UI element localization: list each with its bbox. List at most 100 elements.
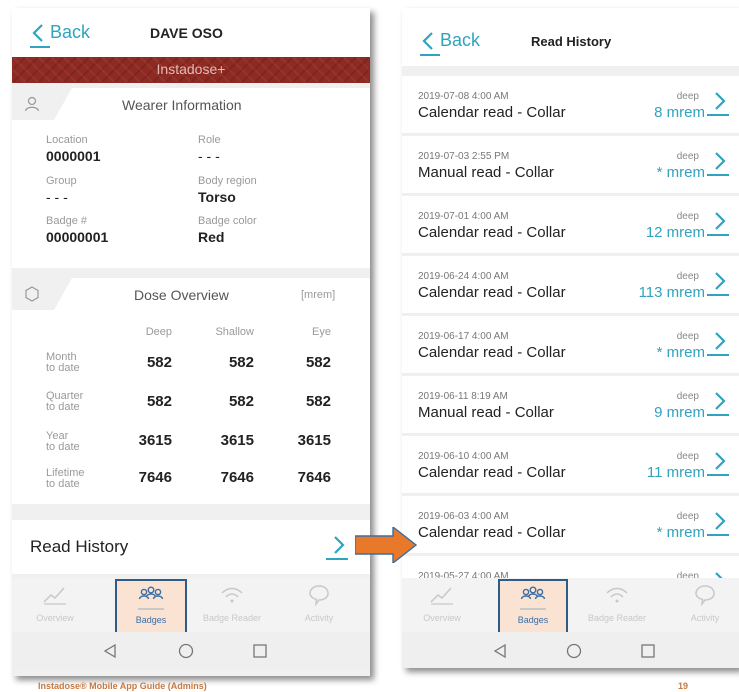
tab-badges[interactable]: Badges bbox=[117, 578, 185, 638]
dose-overview-title: Dose Overview bbox=[134, 287, 229, 303]
chevron-right-icon bbox=[715, 512, 726, 530]
row-chevron[interactable] bbox=[707, 450, 729, 476]
badge-color-value: Red bbox=[198, 229, 225, 245]
chat-bubble-icon bbox=[309, 585, 329, 606]
location-value: 0000001 bbox=[46, 148, 101, 164]
read-description: Calendar read - Collar bbox=[418, 224, 566, 241]
read-description: Calendar read - Collar bbox=[418, 284, 566, 301]
tab-badges[interactable]: Badges bbox=[500, 578, 566, 638]
lifetime-shallow: 7646 bbox=[220, 469, 254, 486]
nav-recents-icon[interactable] bbox=[640, 643, 656, 659]
row-chevron[interactable] bbox=[707, 510, 729, 536]
row-chevron[interactable] bbox=[707, 270, 729, 296]
read-history-screen: Back Read History 2019-07-08 4:00 AM Cale… bbox=[402, 8, 739, 668]
role-value: - - - bbox=[198, 148, 220, 164]
read-type: deep bbox=[676, 151, 699, 162]
read-dose: * mrem bbox=[656, 344, 705, 361]
nav-back-icon[interactable] bbox=[492, 643, 508, 659]
row-lifetime-sublabel: to date bbox=[46, 478, 80, 490]
row-chevron[interactable] bbox=[707, 390, 729, 416]
history-row[interactable]: 2019-06-24 4:00 AM Calendar read - Collar… bbox=[402, 256, 739, 314]
row-chevron[interactable] bbox=[707, 150, 729, 176]
history-row[interactable]: 2019-07-03 2:55 PM Manual read - Collar de… bbox=[402, 136, 739, 194]
row-chevron[interactable] bbox=[707, 90, 729, 116]
col-shallow: Shallow bbox=[215, 326, 254, 338]
back-underline bbox=[30, 46, 50, 48]
badge-number-label: Badge # bbox=[46, 215, 87, 227]
read-description: Calendar read - Collar bbox=[418, 104, 566, 121]
tab-overview[interactable]: Overview bbox=[417, 578, 467, 638]
bottom-tab-bar: Overview Badges Badge Reader Activity bbox=[402, 578, 739, 638]
chevron-right-icon bbox=[715, 272, 726, 290]
active-tab-indicator bbox=[520, 608, 546, 610]
chat-bubble-icon bbox=[695, 585, 715, 606]
read-date: 2019-07-08 4:00 AM bbox=[418, 91, 509, 102]
read-type: deep bbox=[676, 211, 699, 222]
back-button[interactable]: Back bbox=[420, 30, 480, 51]
read-type: deep bbox=[676, 331, 699, 342]
read-dose: * mrem bbox=[656, 164, 705, 181]
people-group-icon bbox=[520, 586, 546, 600]
tab-activity[interactable]: Activity bbox=[294, 578, 344, 638]
chevron-underline bbox=[707, 174, 729, 176]
tab-badge-reader[interactable]: Badge Reader bbox=[197, 578, 267, 638]
month-shallow: 582 bbox=[228, 354, 254, 371]
chart-line-icon bbox=[430, 587, 453, 605]
read-type: deep bbox=[676, 391, 699, 402]
tab-activity[interactable]: Activity bbox=[680, 578, 730, 638]
read-history-chevron[interactable] bbox=[326, 534, 348, 560]
dose-overview-card: Dose Overview [mrem] Deep Shallow Eye Mo… bbox=[12, 278, 370, 504]
footer-guide-title: Instadose® Mobile App Guide (Admins) bbox=[38, 681, 207, 691]
tab-activity-label: Activity bbox=[304, 613, 334, 623]
nav-home-icon[interactable] bbox=[178, 643, 194, 659]
chevron-right-icon bbox=[715, 212, 726, 230]
read-history-link[interactable]: Read History bbox=[12, 520, 370, 574]
bottom-tab-bar: Overview Badges Badge Reader Activity bbox=[12, 578, 370, 638]
badge-number-value: 00000001 bbox=[46, 229, 109, 245]
row-chevron[interactable] bbox=[707, 210, 729, 236]
history-row[interactable]: 2019-06-10 4:00 AM Calendar read - Collar… bbox=[402, 436, 739, 494]
read-dose: 12 mrem bbox=[645, 224, 705, 241]
active-tab-indicator bbox=[138, 608, 164, 610]
history-row[interactable]: 2019-07-08 4:00 AM Calendar read - Collar… bbox=[402, 76, 739, 134]
month-eye: 582 bbox=[305, 354, 331, 371]
brand-text: Instadose+ bbox=[156, 61, 226, 77]
row-month-sublabel: to date bbox=[46, 362, 80, 374]
tab-badges-label: Badges bbox=[517, 615, 549, 625]
row-chevron[interactable] bbox=[707, 330, 729, 356]
page-title: Read History bbox=[531, 34, 612, 49]
role-label: Role bbox=[198, 134, 221, 146]
read-type: deep bbox=[676, 451, 699, 462]
history-row[interactable]: 2019-07-01 4:00 AM Calendar read - Collar… bbox=[402, 196, 739, 254]
nav-home-icon[interactable] bbox=[566, 643, 582, 659]
card-tab bbox=[12, 278, 72, 310]
tab-overview-label: Overview bbox=[36, 613, 74, 623]
nav-recents-icon[interactable] bbox=[252, 643, 268, 659]
col-eye: Eye bbox=[312, 326, 331, 338]
read-date: 2019-07-03 2:55 PM bbox=[418, 151, 510, 162]
back-button[interactable]: Back bbox=[30, 22, 90, 43]
tab-badge-reader-label: Badge Reader bbox=[202, 613, 262, 623]
tab-activity-label: Activity bbox=[690, 613, 720, 623]
footer-page-number: 19 bbox=[678, 681, 689, 691]
read-dose: 8 mrem bbox=[654, 104, 705, 121]
lifetime-deep: 7646 bbox=[138, 469, 172, 486]
read-date: 2019-06-17 4:00 AM bbox=[418, 331, 509, 342]
quarter-eye: 582 bbox=[305, 393, 331, 410]
history-row[interactable]: 2019-06-17 4:00 AM Calendar read - Collar… bbox=[402, 316, 739, 374]
read-date: 2019-06-10 4:00 AM bbox=[418, 451, 509, 462]
history-row[interactable]: 2019-06-11 8:19 AM Manual read - Collar de… bbox=[402, 376, 739, 434]
chevron-right-icon bbox=[715, 332, 726, 350]
read-date: 2019-06-24 4:00 AM bbox=[418, 271, 509, 282]
tab-overview[interactable]: Overview bbox=[30, 578, 80, 638]
chevron-underline bbox=[707, 294, 729, 296]
nav-back-icon[interactable] bbox=[102, 643, 118, 659]
tab-badge-reader[interactable]: Badge Reader bbox=[582, 578, 652, 638]
chevron-underline bbox=[707, 534, 729, 536]
read-type: deep bbox=[676, 271, 699, 282]
tab-badge-reader-label: Badge Reader bbox=[587, 613, 647, 623]
read-description: Calendar read - Collar bbox=[418, 464, 566, 481]
chevron-underline bbox=[707, 354, 729, 356]
chevron-right-icon bbox=[715, 392, 726, 410]
history-row[interactable]: 2019-06-03 4:00 AM Calendar read - Collar… bbox=[402, 496, 739, 554]
